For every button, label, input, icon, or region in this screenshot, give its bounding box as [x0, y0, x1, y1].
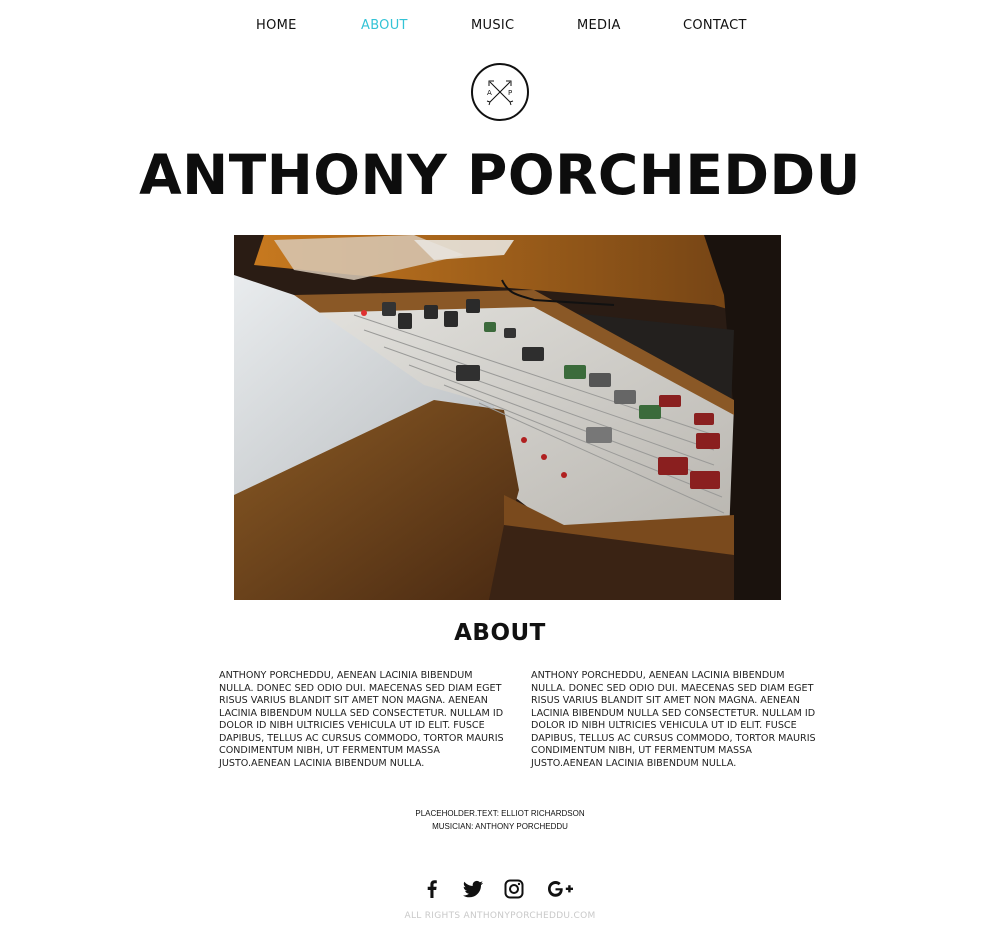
hero-image: [234, 235, 781, 600]
main-nav: HOME ABOUT MUSIC MEDIA CONTACT: [0, 18, 1000, 38]
google-plus-icon[interactable]: [546, 877, 576, 901]
social-links: [0, 877, 1000, 901]
logo-letter-a: A: [487, 89, 492, 97]
facebook-icon[interactable]: [420, 877, 444, 901]
nav-contact[interactable]: CONTACT: [683, 18, 747, 33]
credit-musician: MUSICIAN: ANTHONY PORCHEDDU: [432, 822, 568, 831]
copyright: ALL RIGHTS ANTHONYPORCHEDDU.COM: [404, 911, 596, 921]
mixing-console-photo: [234, 235, 781, 600]
site-logo[interactable]: A P: [471, 63, 529, 121]
nav-music[interactable]: MUSIC: [471, 18, 514, 33]
about-paragraph-right: ANTHONY PORCHEDDU, AENEAN LACINIA BIBEND…: [531, 670, 816, 769]
credits: PLACEHOLDER.TEXT: ELLIOT RICHARDSON MUSI…: [0, 807, 1000, 833]
site-title: ANTHONY PORCHEDDU: [139, 143, 861, 207]
nav-media[interactable]: MEDIA: [577, 18, 621, 33]
crossed-arrows-icon: [486, 80, 514, 106]
nav-about[interactable]: ABOUT: [361, 18, 408, 33]
nav-home[interactable]: HOME: [256, 18, 297, 33]
credit-placeholder-text: PLACEHOLDER.TEXT: ELLIOT RICHARDSON: [415, 809, 585, 818]
logo-letter-p: P: [508, 89, 513, 97]
instagram-icon[interactable]: [502, 877, 526, 901]
twitter-icon[interactable]: [461, 877, 485, 901]
about-heading: ABOUT: [454, 620, 546, 646]
about-paragraph-left: ANTHONY PORCHEDDU, AENEAN LACINIA BIBEND…: [219, 670, 504, 769]
